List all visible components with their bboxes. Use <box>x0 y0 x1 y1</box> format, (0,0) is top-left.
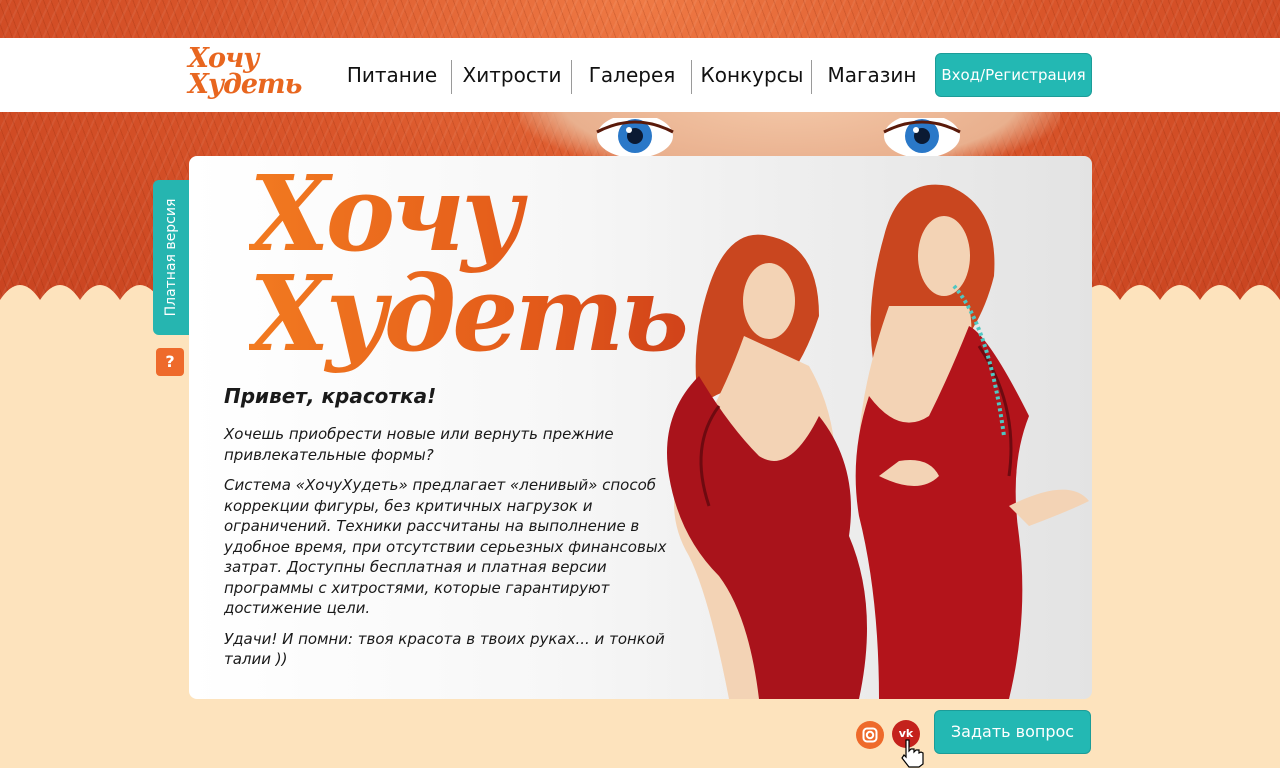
greeting-heading: Привет, красотка! <box>224 384 437 408</box>
site-logo[interactable]: Хочу Худеть <box>188 45 320 106</box>
nav-item-gallery[interactable]: Галерея <box>576 58 688 92</box>
nav-item-contests[interactable]: Конкурсы <box>696 58 808 92</box>
paid-version-tab[interactable]: Платная версия <box>153 180 189 335</box>
instagram-icon <box>862 727 878 743</box>
nav-item-nutrition[interactable]: Питание <box>336 58 448 92</box>
intro-paragraph: Система «ХочуХудеть» предлагает «ленивый… <box>224 476 667 617</box>
nav-item-shop[interactable]: Магазин <box>816 58 928 92</box>
nav-divider <box>691 60 692 94</box>
intro-card: Хочу Худеть Привет, красотка! Хочешь при… <box>189 156 1092 699</box>
login-register-button[interactable]: Вход/Регистрация <box>935 53 1092 97</box>
question-icon: ? <box>165 352 175 371</box>
nav-divider <box>811 60 812 94</box>
instagram-button[interactable] <box>856 721 884 749</box>
paid-version-label: Платная версия <box>163 198 179 317</box>
hand-cursor-icon <box>901 739 924 768</box>
nav-divider <box>571 60 572 94</box>
logo-line-2: Худеть <box>188 69 302 100</box>
intro-text: Привет, красотка! Хочешь приобрести новы… <box>224 384 674 680</box>
nav-item-tricks[interactable]: Хитрости <box>456 58 568 92</box>
ask-question-button[interactable]: Задать вопрос <box>934 710 1091 754</box>
help-button[interactable]: ? <box>156 348 184 376</box>
intro-paragraph: Хочешь приобрести новые или вернуть преж… <box>224 425 614 464</box>
intro-paragraph: Удачи! И помни: твоя красота в твоих рук… <box>224 629 665 669</box>
women-illustration <box>667 184 1089 699</box>
nav-divider <box>451 60 452 94</box>
